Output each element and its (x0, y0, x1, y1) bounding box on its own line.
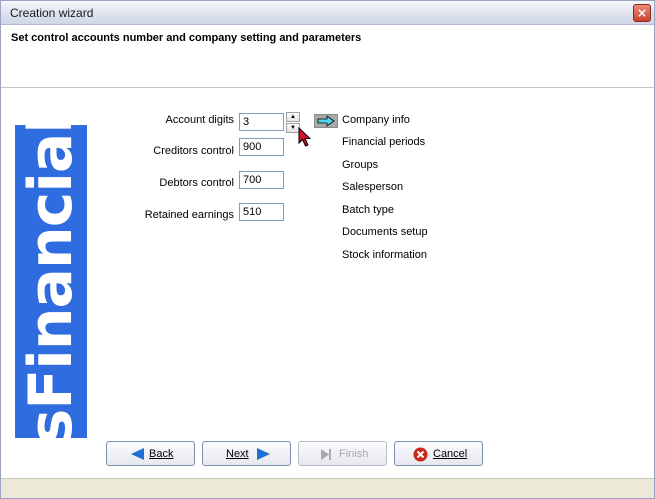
cancel-icon (413, 447, 428, 462)
logo-text: osFinancials (16, 125, 86, 438)
mouse-cursor-icon (298, 127, 312, 147)
header-text: Set control accounts number and company … (11, 32, 362, 44)
debtors-control-field[interactable]: 700 (239, 171, 284, 189)
cancel-button[interactable]: Cancel (394, 441, 483, 466)
step-financial-periods: Financial periods (342, 136, 426, 148)
step-groups: Groups (342, 159, 379, 171)
header-panel: Set control accounts number and company … (1, 25, 654, 88)
close-icon[interactable]: × (633, 4, 651, 22)
wizard-window: Creation wizard × Set control accounts n… (0, 0, 655, 499)
retained-earnings-label: Retained earnings (144, 209, 234, 221)
cancel-label: Cancel (433, 448, 468, 460)
retained-earnings-field[interactable]: 510 (239, 203, 284, 221)
spin-up-icon: ▲ (290, 114, 296, 120)
title-bar: Creation wizard × (1, 1, 654, 25)
step-company-info: Company info (342, 114, 410, 126)
right-arrow-icon (257, 448, 270, 460)
back-button[interactable]: Back (106, 441, 195, 466)
spin-down-icon: ▼ (290, 125, 296, 131)
step-batch-type: Batch type (342, 204, 394, 216)
step-salesperson: Salesperson (342, 181, 404, 193)
step-stock-information: Stock information (342, 249, 427, 261)
skip-end-icon (321, 449, 331, 460)
creditors-control-field[interactable]: 900 (239, 138, 284, 156)
step-documents-setup: Documents setup (342, 226, 428, 238)
current-step-indicator (314, 114, 338, 128)
next-label: Next (226, 448, 249, 460)
finish-button[interactable]: Finish (298, 441, 387, 466)
creditors-control-label: Creditors control (153, 145, 234, 157)
osfinancials-logo: osFinancials (15, 125, 87, 438)
spin-up-button[interactable]: ▲ (286, 112, 300, 122)
status-bar (1, 478, 654, 498)
left-arrow-icon (131, 448, 144, 460)
account-digits-label: Account digits (165, 114, 234, 126)
account-digits-field[interactable]: 3 (239, 113, 284, 131)
window-title: Creation wizard (10, 6, 94, 20)
debtors-control-label: Debtors control (159, 177, 234, 189)
back-label: Back (149, 448, 174, 460)
right-arrow-icon (317, 115, 335, 127)
next-button[interactable]: Next (202, 441, 291, 466)
finish-label: Finish (339, 448, 369, 460)
